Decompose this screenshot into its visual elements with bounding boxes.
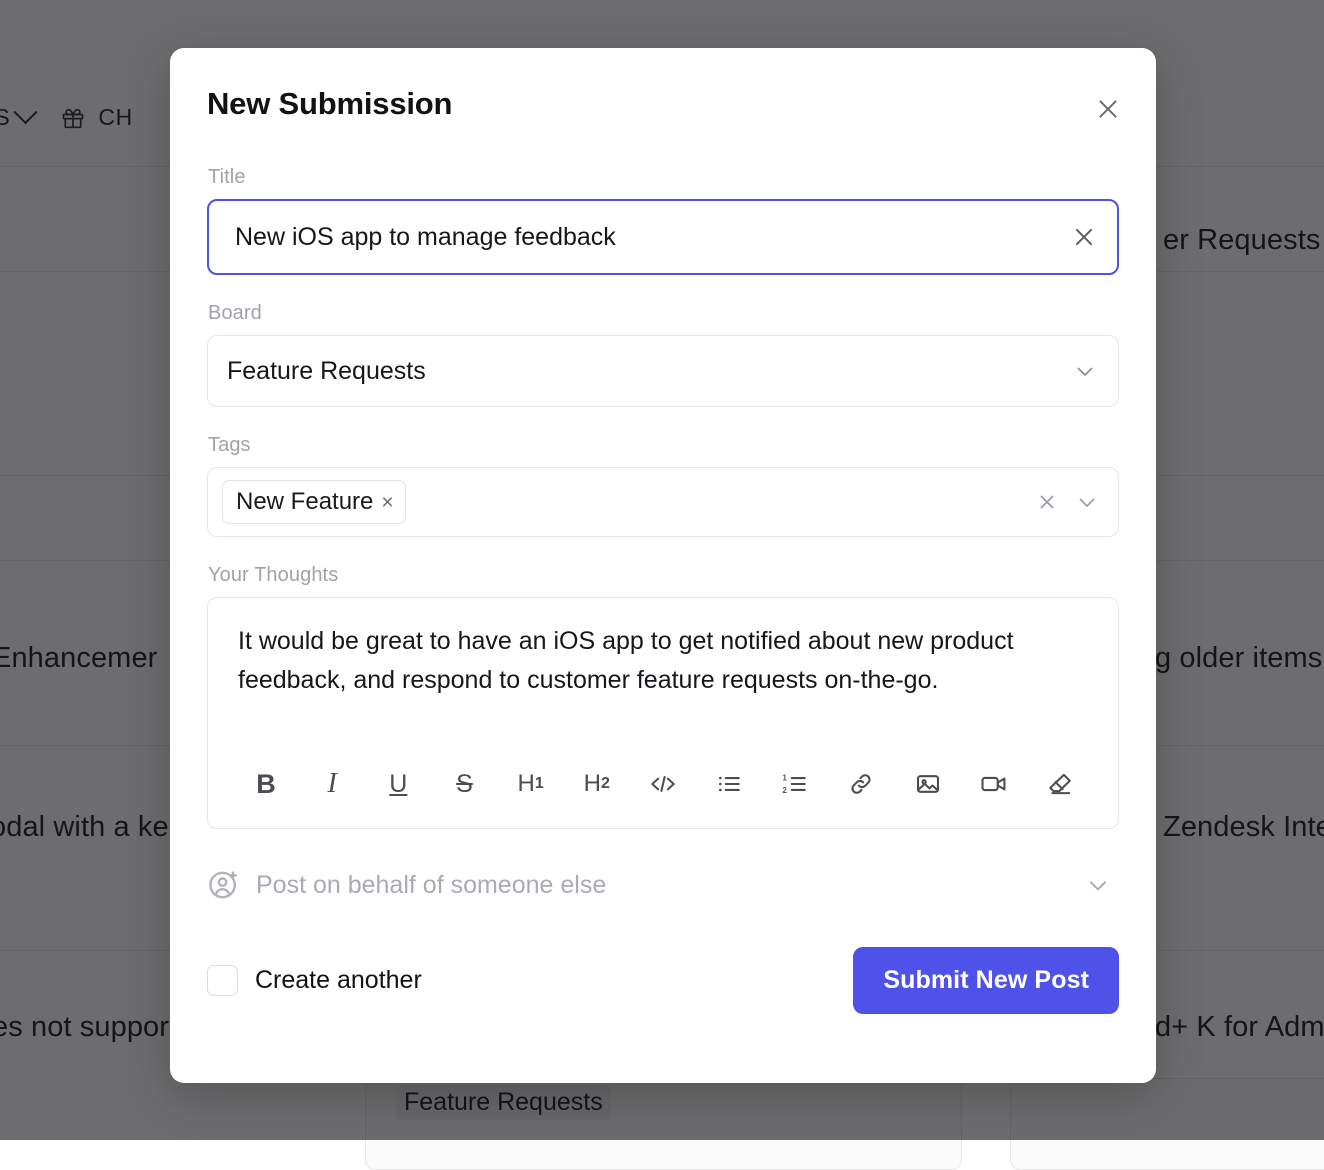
heading-1-icon[interactable]: H1 xyxy=(511,764,551,804)
bullet-list-icon[interactable] xyxy=(709,764,749,804)
link-glyph xyxy=(847,771,875,797)
remove-tag-icon[interactable]: × xyxy=(381,492,393,513)
close-icon[interactable] xyxy=(1090,91,1126,127)
tags-chevron-down-glyph xyxy=(1075,490,1099,514)
board-select-value: Feature Requests xyxy=(227,357,426,386)
chevron-down-icon[interactable] xyxy=(1073,359,1097,383)
eraser-glyph xyxy=(1046,771,1074,797)
title-field-label: Title xyxy=(208,166,1119,189)
clear-title-glyph xyxy=(1071,224,1097,250)
create-another-row[interactable]: Create another xyxy=(207,965,422,996)
title-field-wrapper xyxy=(207,199,1119,275)
svg-text:2: 2 xyxy=(783,786,788,795)
underline-icon[interactable]: U xyxy=(378,764,418,804)
user-plus-icon xyxy=(207,868,241,902)
board-field-label: Board xyxy=(208,302,1119,325)
chevron-down-glyph xyxy=(1073,359,1097,383)
behalf-chevron-down-icon[interactable] xyxy=(1085,872,1111,898)
heading-1-level: 1 xyxy=(535,775,544,793)
strikethrough-icon[interactable]: S xyxy=(444,764,484,804)
code-icon[interactable] xyxy=(643,764,683,804)
tags-field-label: Tags xyxy=(208,434,1119,457)
tags-chevron-down-icon[interactable] xyxy=(1075,490,1099,514)
video-icon[interactable] xyxy=(974,764,1014,804)
board-select[interactable]: Feature Requests xyxy=(207,335,1119,407)
new-submission-modal: New Submission Title Board Feature Reque… xyxy=(170,48,1156,1083)
clear-tags-icon[interactable] xyxy=(1035,490,1059,514)
heading-2-letter: H xyxy=(584,770,601,798)
tags-select[interactable]: New Feature × xyxy=(207,467,1119,537)
tags-field-wrapper: New Feature × xyxy=(207,467,1119,537)
tag-chip: New Feature × xyxy=(222,480,406,524)
clear-title-icon[interactable] xyxy=(1067,220,1101,254)
svg-text:1: 1 xyxy=(783,773,788,782)
board-field-wrapper: Feature Requests xyxy=(207,335,1119,407)
heading-1-letter: H xyxy=(518,770,535,798)
modal-footer: Create another Submit New Post xyxy=(207,937,1119,1014)
numbered-list-icon[interactable]: 1 2 xyxy=(775,764,815,804)
editor-toolbar: B I U S H1 H2 xyxy=(238,742,1088,816)
heading-2-level: 2 xyxy=(601,775,610,793)
create-another-label: Create another xyxy=(255,966,422,995)
bullet-list-glyph xyxy=(715,771,743,797)
image-glyph xyxy=(914,771,942,797)
behalf-chevron-down-glyph xyxy=(1085,872,1111,898)
close-glyph xyxy=(1095,96,1121,122)
create-another-checkbox[interactable] xyxy=(207,965,238,996)
title-input[interactable] xyxy=(207,199,1119,275)
tags-actions xyxy=(1035,490,1099,514)
modal-header: New Submission xyxy=(170,48,1156,166)
code-glyph xyxy=(648,770,678,798)
numbered-list-glyph: 1 2 xyxy=(781,771,809,797)
thoughts-field-label: Your Thoughts xyxy=(208,564,1119,587)
modal-body: Title Board Feature Requests Tags xyxy=(170,166,1156,1014)
submit-new-post-button[interactable]: Submit New Post xyxy=(853,947,1119,1014)
post-on-behalf-label: Post on behalf of someone else xyxy=(256,871,606,900)
image-icon[interactable] xyxy=(908,764,948,804)
post-on-behalf-row[interactable]: Post on behalf of someone else xyxy=(207,857,1119,913)
page-title: New Submission xyxy=(207,86,452,122)
tag-chip-label: New Feature xyxy=(236,488,373,516)
bold-icon[interactable]: B xyxy=(246,764,286,804)
heading-2-icon[interactable]: H2 xyxy=(577,764,617,804)
clear-tags-glyph xyxy=(1036,491,1058,513)
eraser-icon[interactable] xyxy=(1040,764,1080,804)
italic-icon[interactable]: I xyxy=(312,764,352,804)
thoughts-editor[interactable]: It would be great to have an iOS app to … xyxy=(238,622,1088,742)
video-glyph xyxy=(979,771,1009,797)
thoughts-editor-wrapper: It would be great to have an iOS app to … xyxy=(207,597,1119,829)
link-icon[interactable] xyxy=(841,764,881,804)
